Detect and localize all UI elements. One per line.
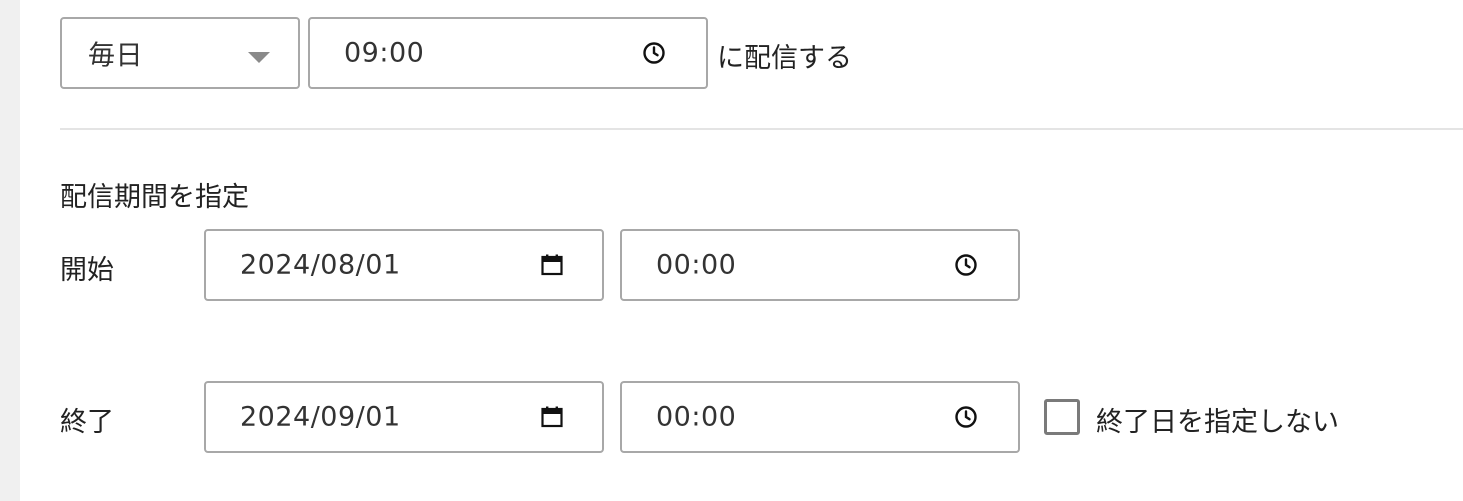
start-date-value: 2024/08/01: [240, 249, 401, 281]
left-panel-edge: [0, 0, 20, 501]
no-end-date-label[interactable]: 終了日を指定しない: [1096, 400, 1339, 439]
end-label: 終了: [60, 407, 114, 438]
start-time-input[interactable]: 00:00: [620, 229, 1020, 301]
start-label: 開始: [60, 255, 114, 286]
no-end-date-checkbox[interactable]: [1044, 399, 1080, 435]
clock-icon[interactable]: [640, 39, 668, 67]
calendar-icon[interactable]: [538, 403, 566, 431]
chevron-down-icon: [248, 52, 270, 63]
end-date-value: 2024/09/01: [240, 401, 401, 433]
frequency-select-value: 毎日: [88, 40, 143, 72]
calendar-icon[interactable]: [538, 251, 566, 279]
period-section-title: 配信期間を指定: [60, 182, 249, 213]
section-divider: [60, 128, 1463, 130]
frequency-select[interactable]: 毎日: [60, 17, 300, 89]
delivery-time-value: 09:00: [344, 37, 425, 69]
end-time-input[interactable]: 00:00: [620, 381, 1020, 453]
delivery-time-input[interactable]: 09:00: [308, 17, 708, 89]
start-date-input[interactable]: 2024/08/01: [204, 229, 604, 301]
clock-icon[interactable]: [952, 403, 980, 431]
end-date-input[interactable]: 2024/09/01: [204, 381, 604, 453]
clock-icon[interactable]: [952, 251, 980, 279]
delivery-suffix-label: に配信する: [717, 43, 852, 74]
start-time-value: 00:00: [656, 249, 737, 281]
end-time-value: 00:00: [656, 401, 737, 433]
